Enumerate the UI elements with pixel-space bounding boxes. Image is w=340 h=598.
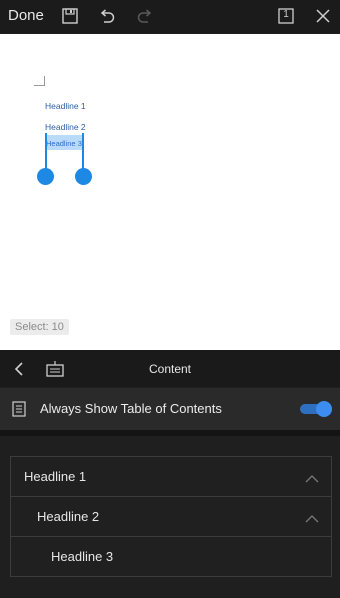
chevron-up-icon[interactable] (305, 471, 319, 489)
chevron-up-icon[interactable] (305, 511, 319, 529)
close-icon[interactable] (312, 5, 334, 27)
document-canvas[interactable]: Headline 1 Headline 2 Headline 3 Select:… (0, 34, 340, 350)
list-item-headline-3[interactable]: Headline 3 (11, 537, 331, 577)
toggle-knob (316, 401, 332, 417)
done-button[interactable]: Done (8, 7, 44, 24)
doc-headline-2[interactable]: Headline 2 (45, 122, 86, 132)
headline-list: Headline 1 Headline 2 Headline 3 (10, 456, 332, 577)
page-count-number: 1 (283, 9, 289, 20)
save-icon[interactable] (59, 5, 81, 27)
list-item-label: Headline 3 (51, 549, 114, 564)
doc-headline-1[interactable]: Headline 1 (45, 101, 86, 111)
list-item-label: Headline 2 (37, 509, 100, 524)
selection-start-handle[interactable] (37, 168, 54, 185)
doc-headline-3[interactable]: Headline 3 (46, 139, 82, 148)
page-count-icon[interactable]: 1 (275, 5, 297, 27)
list-item-label: Headline 1 (24, 469, 87, 484)
list-item-headline-1[interactable]: Headline 1 (11, 457, 331, 497)
undo-icon[interactable] (96, 5, 118, 27)
selection-count-badge: Select: 10 (10, 319, 69, 335)
section-divider (0, 430, 340, 436)
toc-setting-row[interactable]: Always Show Table of Contents (0, 388, 340, 430)
document-list-icon (8, 398, 30, 420)
content-panel-header: Content (0, 350, 340, 387)
margin-corner-marker (34, 76, 45, 86)
list-item-headline-2[interactable]: Headline 2 (11, 497, 331, 537)
panel-title: Content (148, 362, 192, 376)
toc-toggle[interactable] (300, 401, 332, 417)
toc-setting-label: Always Show Table of Contents (40, 401, 222, 416)
selection-end-handle[interactable] (75, 168, 92, 185)
redo-icon[interactable] (134, 5, 156, 27)
top-toolbar: Done 1 (0, 0, 340, 33)
